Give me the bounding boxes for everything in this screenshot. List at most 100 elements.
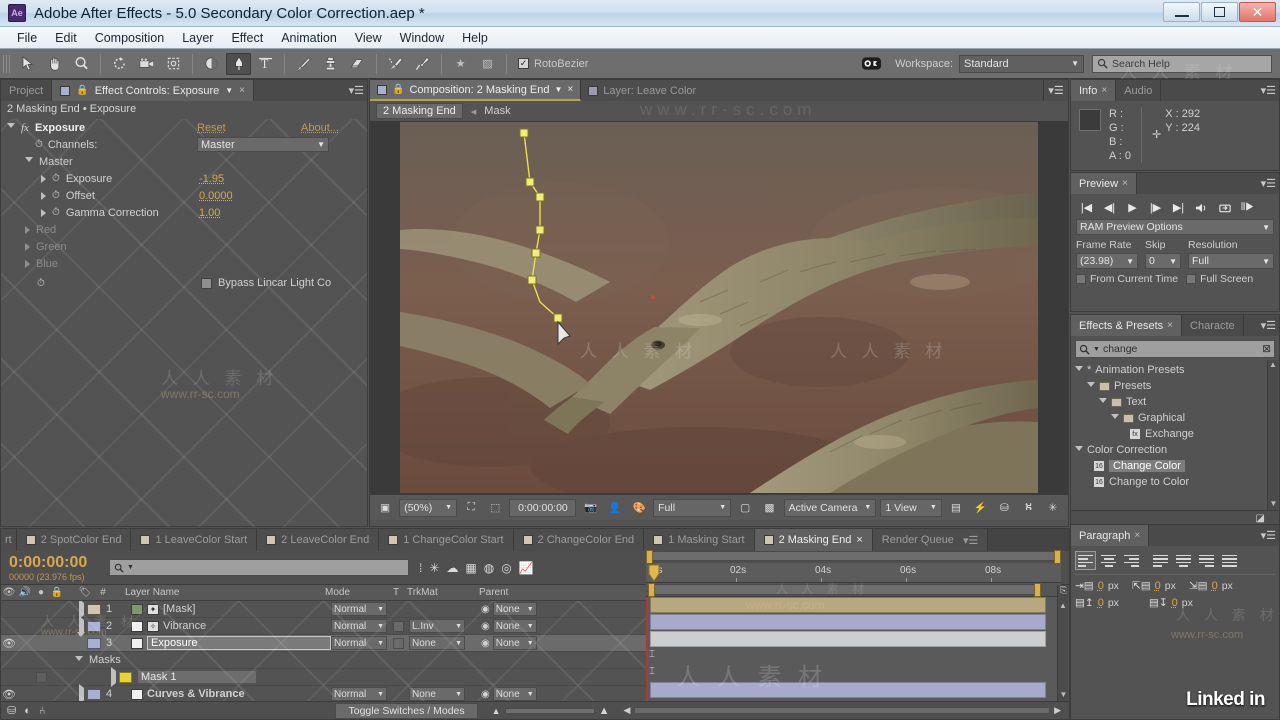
mask-lock-toggle[interactable] [35, 671, 47, 683]
twirl-right-icon[interactable] [41, 174, 46, 183]
menu-composition[interactable]: Composition [86, 29, 173, 47]
twirl-right-icon[interactable] [75, 601, 87, 619]
row-blue[interactable]: Blue [1, 255, 367, 272]
twirl-right-icon[interactable] [25, 259, 30, 268]
track-row-masks[interactable]: ⌶ [646, 648, 1061, 664]
resolution-select[interactable]: Full ▼ [653, 498, 732, 517]
tree-item-color-correction[interactable]: Color Correction [1071, 442, 1279, 458]
chevron-down-icon[interactable]: ▼ [1093, 346, 1100, 353]
align-center-button[interactable] [1098, 551, 1119, 570]
close-button[interactable]: ✕ [1239, 2, 1276, 22]
row-exposure[interactable]: ⏱ Exposure -1.95 [1, 170, 367, 187]
work-area-bar[interactable] [646, 550, 1061, 564]
panel-menu-icon[interactable]: ▾☰ [1261, 177, 1276, 190]
t-header[interactable]: T [385, 587, 407, 598]
channel-rgb-icon[interactable]: 🎨 [629, 501, 649, 514]
close-icon[interactable]: × [1134, 530, 1140, 541]
brush-tool-icon[interactable] [291, 53, 316, 75]
timeline-timecode-group[interactable]: 0:00:00:00 00000 (23.976 fps) [1, 554, 109, 582]
timeline-vscrollbar[interactable]: ▲ ▼ ⎘ [1057, 585, 1068, 701]
bypass-checkbox[interactable] [201, 277, 212, 289]
frame-blending-icon[interactable]: ▦ [465, 561, 476, 575]
twirl-down-icon[interactable] [1111, 413, 1119, 423]
fast-previews-icon[interactable]: ⚡ [970, 501, 990, 514]
composition-stage[interactable]: 人 人 素 材 人 人 素 材 [370, 121, 1068, 494]
table-row[interactable]: Mask 1 [1, 667, 646, 687]
scroll-up-icon[interactable]: ▲ [1058, 601, 1068, 610]
indent-right-value[interactable]: 0 [1212, 580, 1218, 592]
offset-value[interactable]: 0.0000 [199, 190, 233, 202]
pan-behind-tool-icon[interactable] [161, 53, 186, 75]
tab-composition-masking-end[interactable]: 🔒 Composition: 2 Masking End ▼ × [370, 80, 582, 101]
layer-trkmat-select[interactable]: None ▼ [409, 687, 465, 701]
twirl-right-icon[interactable] [75, 684, 87, 701]
layer-switches-icon[interactable]: ◐ [24, 705, 31, 717]
about-link[interactable]: About... [301, 122, 339, 134]
menu-help[interactable]: Help [453, 29, 497, 47]
layer-mode-select[interactable]: Normal ▼ [331, 619, 387, 633]
timeline-search-input[interactable]: ▼ [109, 559, 409, 576]
toolbar-grip[interactable] [3, 54, 10, 73]
layer-name[interactable]: Vibrance [163, 620, 206, 632]
layer-parent-select[interactable]: None ▼ [492, 619, 537, 633]
shape-tool-icon[interactable] [199, 53, 224, 75]
row-red[interactable]: Red [1, 221, 367, 238]
checkbox-icon[interactable] [1076, 274, 1086, 284]
zoom-out-icon[interactable]: ▲ [492, 706, 501, 716]
tree-item-text[interactable]: Text [1071, 394, 1279, 410]
label-color-icon[interactable]: 🏷 [75, 587, 95, 598]
hscroll-right-icon[interactable]: ▶ [1054, 705, 1061, 716]
effect-header-row[interactable]: fx Exposure Reset About... [1, 119, 367, 136]
tree-item-graphical[interactable]: Graphical [1071, 410, 1279, 426]
always-preview-this-view-icon[interactable]: ▣ [375, 502, 395, 514]
close-icon[interactable]: × [239, 85, 245, 96]
tab-1-changecolor-start[interactable]: 1 ChangeColor Start [379, 529, 514, 551]
chevron-down-icon[interactable]: ▼ [554, 85, 562, 94]
show-snapshot-icon[interactable]: 👤 [605, 501, 625, 514]
row-channels[interactable]: ⏱ Channels: Master ▼ [1, 136, 367, 153]
minimize-button[interactable] [1163, 2, 1200, 22]
add-to-render-queue-icon[interactable]: ⎘ [1058, 585, 1069, 599]
views-select[interactable]: 1 View ▼ [880, 498, 942, 517]
space-before-value[interactable]: 0 [1098, 597, 1104, 609]
layer-trkmat-select[interactable]: L.Inv ▼ [409, 619, 465, 633]
justify-last-left-button[interactable] [1150, 551, 1171, 570]
rotation-tool-icon[interactable] [107, 53, 132, 75]
menu-animation[interactable]: Animation [272, 29, 346, 47]
scroll-down-icon[interactable]: ▼ [1268, 499, 1279, 508]
region-of-interest-icon[interactable]: ⛶ [461, 501, 481, 514]
toggle-transparency-grid-icon[interactable]: ▩ [759, 502, 779, 514]
twirl-right-icon[interactable] [41, 191, 46, 200]
hide-shy-layers-icon[interactable]: ☁ [446, 561, 458, 575]
menu-view[interactable]: View [346, 29, 391, 47]
layer-label-color[interactable] [87, 637, 101, 649]
effects-search-input[interactable]: ▼ change ⊠ [1075, 340, 1275, 358]
preserve-transparency-toggle[interactable] [392, 637, 404, 649]
layer-mode-select[interactable]: Normal ▼ [331, 687, 387, 701]
selection-tool-icon[interactable] [15, 53, 40, 75]
timeline-icon[interactable]: ⛁ [994, 502, 1014, 514]
first-frame-button[interactable]: |◀ [1075, 198, 1098, 217]
checkbox-icon[interactable] [1186, 274, 1197, 284]
tree-item-animation-presets[interactable]: * Animation Presets [1071, 362, 1279, 378]
menu-window[interactable]: Window [391, 29, 453, 47]
effects-scrollbar[interactable]: ▲ ▼ [1267, 360, 1278, 510]
layer-name[interactable]: Exposure [147, 636, 331, 650]
panel-menu-icon[interactable]: ▾☰ [1261, 529, 1276, 542]
justify-last-right-button[interactable] [1196, 551, 1217, 570]
table-row[interactable]: Masks [1, 652, 646, 669]
skip-select[interactable]: 0 ▼ [1145, 253, 1181, 269]
current-timecode[interactable]: 0:00:00:00 [509, 498, 577, 517]
tab-2-spotcolor-end[interactable]: 2 SpotColor End [16, 529, 132, 551]
toggle-pixel-aspect-icon[interactable]: ▢ [735, 502, 755, 514]
twirl-down-icon[interactable] [1075, 445, 1083, 455]
audio-button[interactable] [1190, 198, 1213, 217]
work-area-end-handle-2[interactable] [1034, 583, 1041, 597]
channels-dropdown[interactable]: Master ▼ [197, 137, 329, 152]
mask-keyframe-icon[interactable]: ⌶ [649, 666, 655, 677]
table-row[interactable]: 👁 4 Curves & Vibrance Normal ▼ None ▼ ◉ … [1, 684, 646, 701]
timeline-zoom-slider[interactable] [504, 707, 595, 714]
parent-pickwhip-icon[interactable]: ◉ [481, 689, 490, 700]
hand-tool-icon[interactable] [42, 53, 67, 75]
video-visibility-icon[interactable]: 👁 [1, 587, 17, 598]
